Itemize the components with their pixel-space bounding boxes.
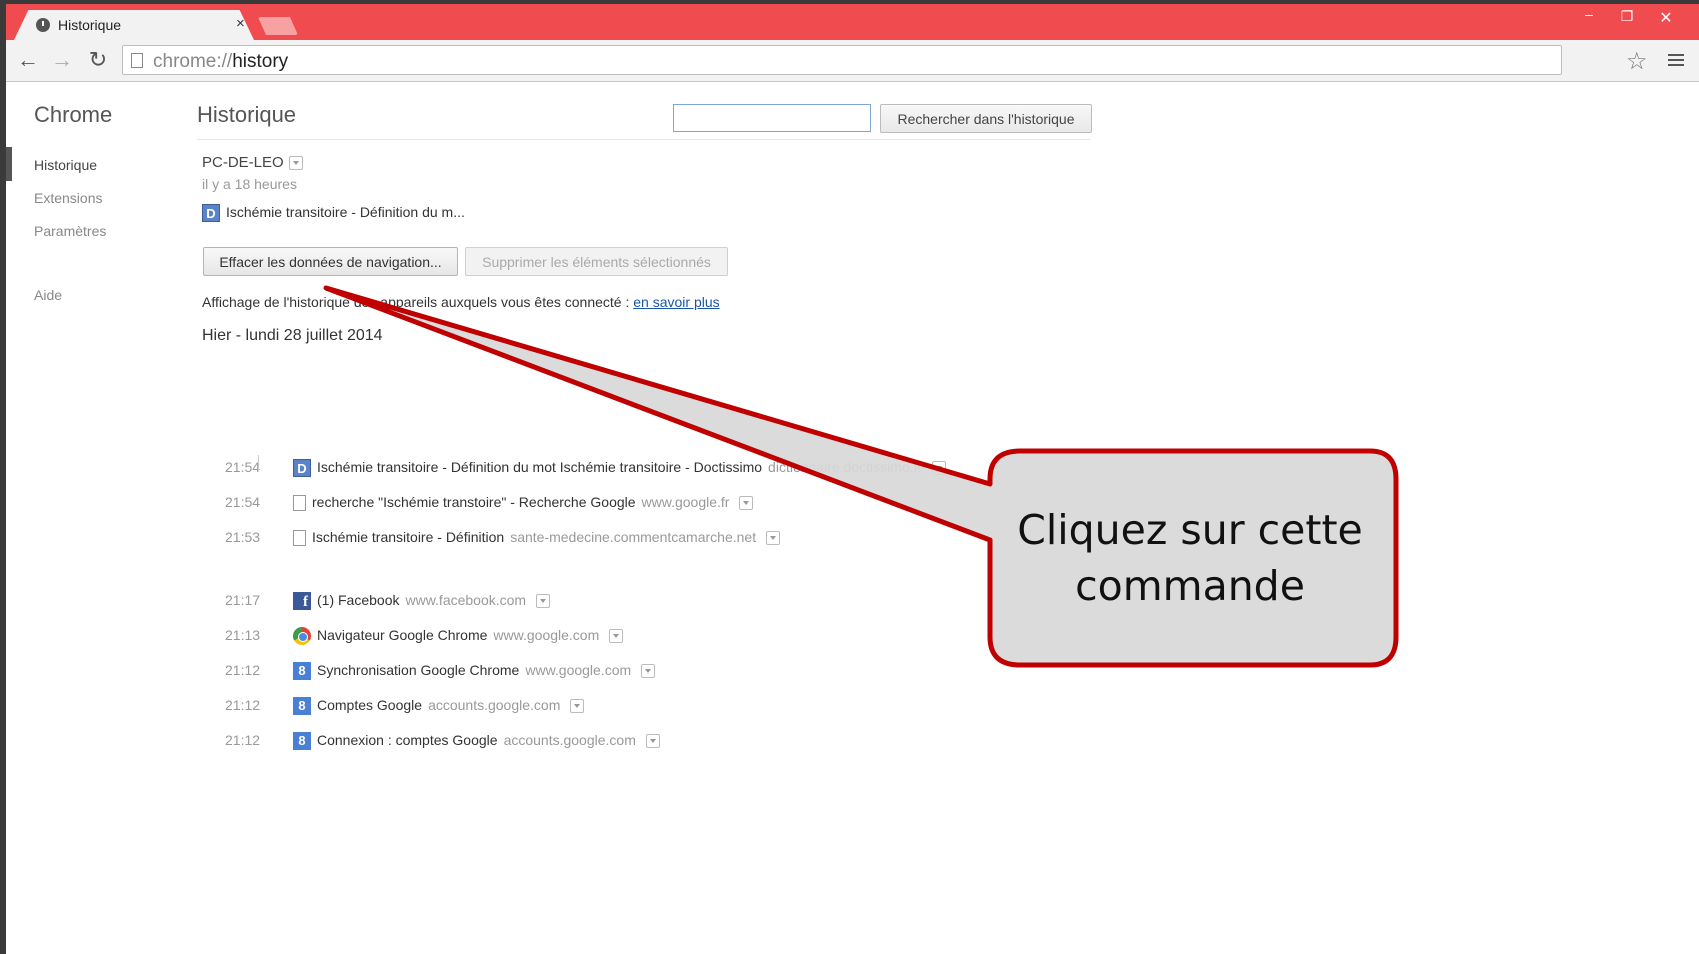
close-window-button[interactable]: ✕ [1651,8,1681,28]
bookmark-star-icon[interactable]: ☆ [1626,47,1648,76]
reload-icon[interactable]: ↻ [86,48,110,72]
history-row[interactable]: 21:17 (1) Facebook www.facebook.com [225,592,551,614]
history-title[interactable]: Ischémie transitoire - Définition du mot… [317,459,762,475]
history-row[interactable]: 21:53 Ischémie transitoire - Définition sa… [225,529,781,551]
divider [197,139,1090,140]
sidebar-item-historique[interactable]: Historique [34,157,97,173]
facebook-icon [293,592,311,611]
dropdown-arrow-icon[interactable] [570,699,585,714]
chrome-icon [293,627,311,646]
history-domain[interactable]: www.google.com [493,627,599,643]
dropdown-arrow-icon[interactable] [609,629,624,644]
sidebar-item-extensions[interactable]: Extensions [34,190,102,206]
history-title[interactable]: Connexion : comptes Google [317,732,498,748]
history-title[interactable]: Navigateur Google Chrome [317,627,487,643]
sidebar-item-parametres[interactable]: Paramètres [34,223,106,239]
address-bar[interactable]: chrome://history [122,45,1562,75]
history-title[interactable]: Ischémie transitoire - Définition [312,529,504,545]
page-icon [131,53,143,68]
page-icon [293,495,306,512]
history-time: 21:54 [225,459,261,475]
history-page: Chrome Historique Extensions Paramètres … [6,83,1699,954]
browser-window: Historique × – ❐ ✕ ← → ↻ chrome://histor… [6,4,1699,954]
history-domain[interactable]: accounts.google.com [504,732,636,748]
history-row[interactable]: 21:13 Navigateur Google Chrome www.google.… [225,627,624,649]
minimize-button[interactable]: – [1574,6,1604,26]
callout-line-2: commande [1075,562,1305,610]
search-history-button[interactable]: Rechercher dans l'historique [880,104,1092,133]
history-time: 21:53 [225,529,261,545]
history-domain[interactable]: accounts.google.com [428,697,560,713]
dropdown-arrow-icon[interactable] [288,156,303,171]
history-domain[interactable]: www.google.com [525,662,631,678]
google-icon [293,662,311,681]
url-text: chrome://history [153,51,288,73]
callout-line-1: Cliquez sur cette [1017,506,1363,554]
day-header: Hier - lundi 28 juillet 2014 [202,327,383,344]
history-row[interactable]: 21:12 Comptes Google accounts.google.com [225,697,585,719]
back-arrow-icon[interactable]: ← [16,48,40,72]
clear-browsing-data-button[interactable]: Effacer les données de navigation... [203,247,458,276]
history-domain[interactable]: dictionnaire.doctissimo.fr [768,459,922,475]
device-history-item[interactable]: Ischémie transitoire - Définition du m..… [202,204,465,223]
tab-title: Historique [58,17,122,33]
sidebar-item-aide[interactable]: Aide [34,287,62,303]
doctissimo-icon [293,459,311,478]
history-time: 21:12 [225,662,261,678]
dropdown-arrow-icon[interactable] [766,531,781,546]
history-domain[interactable]: sante-medecine.commentcamarche.net [510,529,756,545]
new-tab-button[interactable] [258,17,298,35]
history-time: 21:13 [225,627,261,643]
history-time: 21:17 [225,592,261,608]
time-gap-divider [258,455,259,471]
sidebar-selection-indicator [6,147,12,181]
history-domain[interactable]: www.facebook.com [405,592,526,608]
tab-historique[interactable]: Historique × [14,10,254,40]
sidebar-brand: Chrome [34,102,113,127]
history-time: 21:12 [225,732,261,748]
url-scheme: chrome:// [153,51,233,72]
maximize-button[interactable]: ❐ [1612,8,1642,28]
dropdown-arrow-icon[interactable] [932,461,947,476]
learn-more-link[interactable]: en savoir plus [633,294,719,310]
hamburger-menu-icon[interactable] [1668,54,1684,68]
history-row[interactable]: 21:54 recherche "Ischémie transtoire" - R… [225,494,754,516]
forward-arrow-icon[interactable]: → [50,48,74,72]
search-input[interactable] [673,104,871,132]
clock-icon [36,18,50,32]
browser-toolbar: ← → ↻ chrome://history ☆ [6,40,1699,82]
history-title[interactable]: recherche "Ischémie transtoire" - Recher… [312,494,636,510]
url-path: history [232,51,289,72]
google-icon [293,732,311,751]
history-time: 21:54 [225,494,261,510]
history-row[interactable]: 21:12 Synchronisation Google Chrome www.go… [225,662,656,684]
device-last-sync: il y a 18 heures [202,176,297,192]
device-item-title: Ischémie transitoire - Définition du m..… [226,204,465,220]
history-domain[interactable]: www.google.fr [642,494,730,510]
page-title: Historique [197,102,297,127]
history-title[interactable]: Synchronisation Google Chrome [317,662,519,678]
title-bar: Historique × – ❐ ✕ [6,4,1699,40]
history-title[interactable]: (1) Facebook [317,592,399,608]
google-icon [293,697,311,716]
history-time: 21:12 [225,697,261,713]
callout-text: Cliquez sur cette commande [992,502,1388,614]
dropdown-arrow-icon[interactable] [645,734,660,749]
devices-info: Affichage de l'historique des appareils … [202,294,720,310]
history-row[interactable]: 21:12 Connexion : comptes Google accounts.… [225,732,660,754]
page-icon [293,530,306,547]
dropdown-arrow-icon[interactable] [739,496,754,511]
device-header: PC-DE-LEO [202,154,303,171]
doctissimo-icon [202,204,220,223]
devices-info-text: Affichage de l'historique des appareils … [202,294,634,310]
screen-frame: Historique × – ❐ ✕ ← → ↻ chrome://histor… [0,0,1699,954]
history-row[interactable]: 21:54 Ischémie transitoire - Définition d… [225,459,947,481]
tab-close-icon[interactable]: × [236,15,245,32]
delete-selected-button: Supprimer les éléments sélectionnés [465,247,728,276]
history-title[interactable]: Comptes Google [317,697,422,713]
dropdown-arrow-icon[interactable] [536,594,551,609]
device-name: PC-DE-LEO [202,154,284,171]
dropdown-arrow-icon[interactable] [641,664,656,679]
